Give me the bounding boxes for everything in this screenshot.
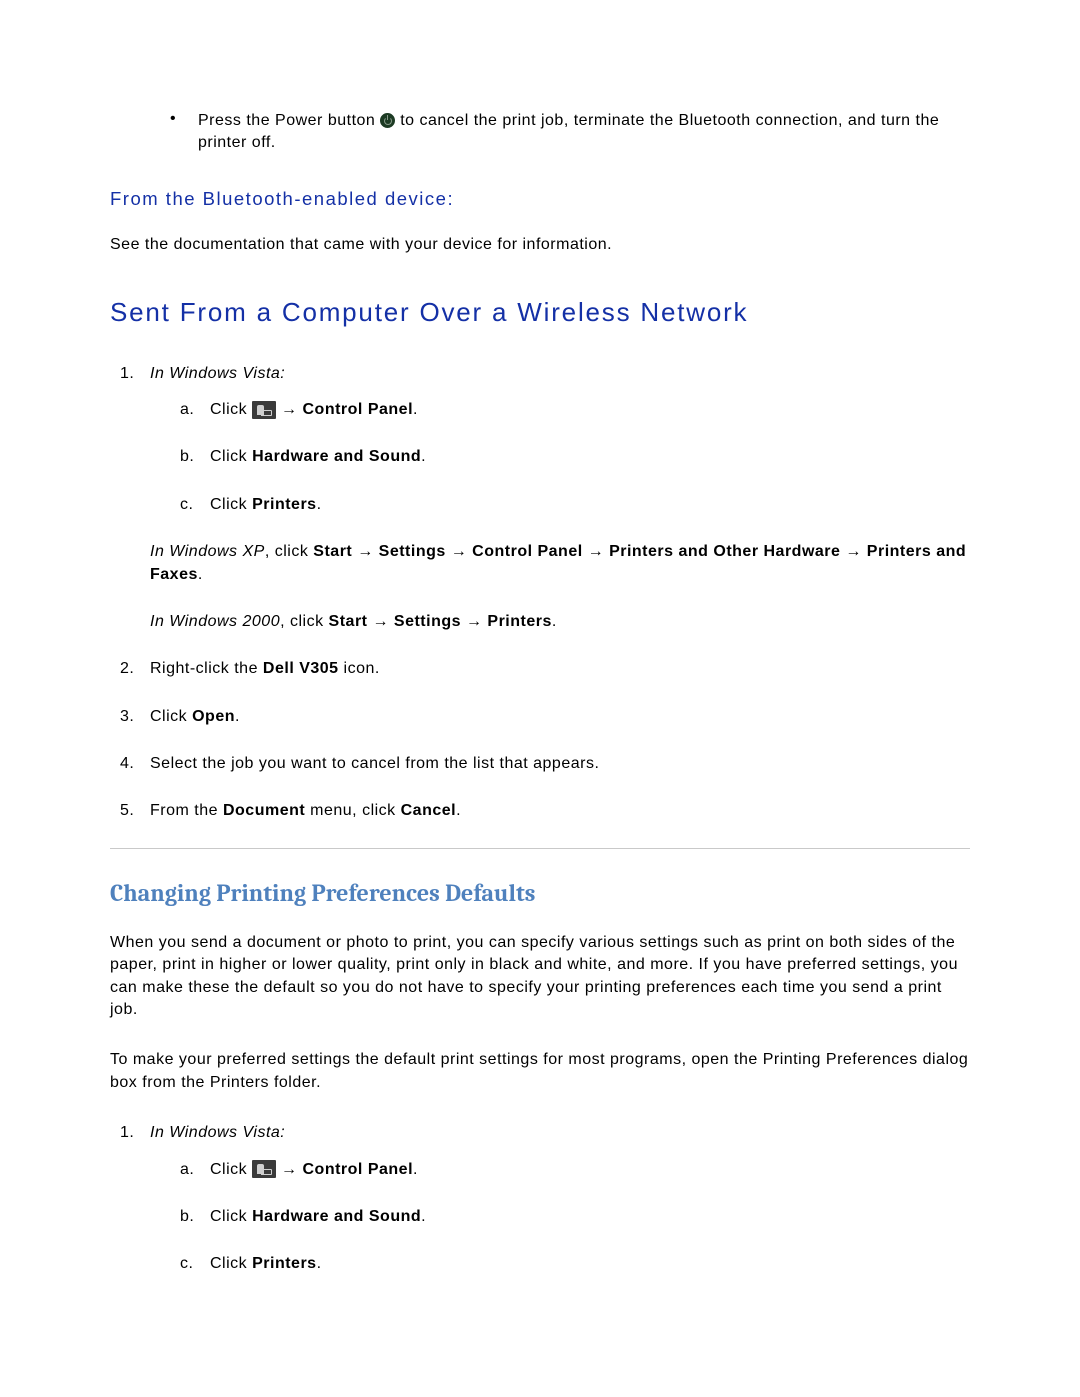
text-span: From the bbox=[150, 802, 223, 819]
list-item: In Windows Vista: Click → Control Panel.… bbox=[150, 1122, 970, 1276]
list-item: Right-click the Dell V305 icon. bbox=[150, 658, 970, 680]
xp-line: In Windows XP, click Start → Settings → … bbox=[150, 541, 970, 586]
text-span: Click bbox=[150, 708, 192, 725]
list-item: In Windows Vista: Click → Control Panel.… bbox=[150, 363, 970, 634]
bold-text: Printers bbox=[252, 496, 316, 513]
bold-text: Control Panel bbox=[303, 1161, 414, 1178]
bold-text: Cancel bbox=[401, 802, 456, 819]
numbered-list-2: In Windows Vista: Click → Control Panel.… bbox=[110, 1122, 970, 1276]
bold-text: Start bbox=[313, 543, 352, 560]
paragraph: When you send a document or photo to pri… bbox=[110, 932, 970, 1022]
document-page: • Press the Power button to cancel the p… bbox=[0, 0, 1080, 1397]
start-menu-icon bbox=[252, 401, 276, 419]
text-span: menu, click bbox=[305, 802, 400, 819]
bold-text: Control Panel bbox=[303, 401, 414, 418]
bold-text: Settings bbox=[379, 543, 446, 560]
bullet-marker: • bbox=[170, 110, 198, 153]
period: . bbox=[413, 1161, 418, 1178]
bold-text: Dell V305 bbox=[263, 660, 339, 677]
arrow-icon: → bbox=[276, 401, 302, 418]
arrow-icon: → bbox=[352, 543, 378, 560]
text-span: Click bbox=[210, 1255, 252, 1272]
start-menu-icon bbox=[252, 1160, 276, 1178]
alpha-list: Click → Control Panel. Click Hardware an… bbox=[150, 385, 970, 516]
period: . bbox=[421, 448, 426, 465]
power-icon bbox=[380, 113, 395, 128]
bold-text: Settings bbox=[394, 613, 461, 630]
numbered-list-1: In Windows Vista: Click → Control Panel.… bbox=[110, 363, 970, 823]
period: . bbox=[413, 401, 418, 418]
arrow-icon: → bbox=[276, 1161, 302, 1178]
list-item: Click → Control Panel. bbox=[210, 1159, 970, 1181]
arrow-icon: → bbox=[583, 543, 609, 560]
arrow-icon: → bbox=[368, 613, 394, 630]
vista-label: In Windows Vista: bbox=[150, 365, 285, 382]
period: . bbox=[198, 566, 203, 583]
section-divider bbox=[110, 848, 970, 849]
text-span: , click bbox=[265, 543, 313, 560]
top-bullet-item: • Press the Power button to cancel the p… bbox=[170, 110, 970, 153]
text-span: Click bbox=[210, 1208, 252, 1225]
heading-bluetooth-device: From the Bluetooth-enabled device: bbox=[110, 188, 970, 210]
bold-text: Printers and Other Hardware bbox=[609, 543, 840, 560]
w2k-label: In Windows 2000 bbox=[150, 613, 280, 630]
arrow-icon: → bbox=[446, 543, 472, 560]
xp-label: In Windows XP bbox=[150, 543, 265, 560]
list-item: From the Document menu, click Cancel. bbox=[150, 800, 970, 822]
list-item: Click Printers. bbox=[210, 1253, 970, 1275]
list-item: Click Hardware and Sound. bbox=[210, 1206, 970, 1228]
text-span: Click bbox=[210, 448, 252, 465]
list-item: Select the job you want to cancel from t… bbox=[150, 753, 970, 775]
bold-text: Hardware and Sound bbox=[252, 1208, 421, 1225]
arrow-icon: → bbox=[461, 613, 487, 630]
heading-wireless-network: Sent From a Computer Over a Wireless Net… bbox=[110, 297, 970, 328]
text-span: Click bbox=[210, 401, 252, 418]
arrow-icon: → bbox=[840, 543, 866, 560]
list-item: Click Printers. bbox=[210, 494, 970, 516]
period: . bbox=[317, 1255, 322, 1272]
list-item: Click Open. bbox=[150, 706, 970, 728]
period: . bbox=[235, 708, 240, 725]
heading-changing-preferences: Changing Printing Preferences Defaults bbox=[110, 879, 970, 907]
period: . bbox=[317, 496, 322, 513]
w2k-line: In Windows 2000, click Start → Settings … bbox=[150, 611, 970, 633]
bold-text: Control Panel bbox=[472, 543, 583, 560]
bold-text: Printers bbox=[252, 1255, 316, 1272]
bold-text: Open bbox=[192, 708, 235, 725]
period: . bbox=[552, 613, 557, 630]
alpha-list: Click → Control Panel. Click Hardware an… bbox=[150, 1145, 970, 1276]
bold-text: Printers bbox=[487, 613, 551, 630]
list-item: Click → Control Panel. bbox=[210, 399, 970, 421]
vista-label: In Windows Vista: bbox=[150, 1124, 285, 1141]
text-span: Right-click the bbox=[150, 660, 263, 677]
paragraph: To make your preferred settings the defa… bbox=[110, 1049, 970, 1094]
text-span: icon. bbox=[339, 660, 380, 677]
bullet-text: Press the Power button to cancel the pri… bbox=[198, 110, 970, 153]
text-span: Press the Power button bbox=[198, 112, 380, 129]
period: . bbox=[421, 1208, 426, 1225]
bold-text: Start bbox=[329, 613, 368, 630]
paragraph: See the documentation that came with you… bbox=[110, 234, 970, 256]
text-span: Click bbox=[210, 496, 252, 513]
bold-text: Hardware and Sound bbox=[252, 448, 421, 465]
text-span: Click bbox=[210, 1161, 252, 1178]
text-span: , click bbox=[280, 613, 328, 630]
period: . bbox=[456, 802, 461, 819]
list-item: Click Hardware and Sound. bbox=[210, 446, 970, 468]
bold-text: Document bbox=[223, 802, 305, 819]
